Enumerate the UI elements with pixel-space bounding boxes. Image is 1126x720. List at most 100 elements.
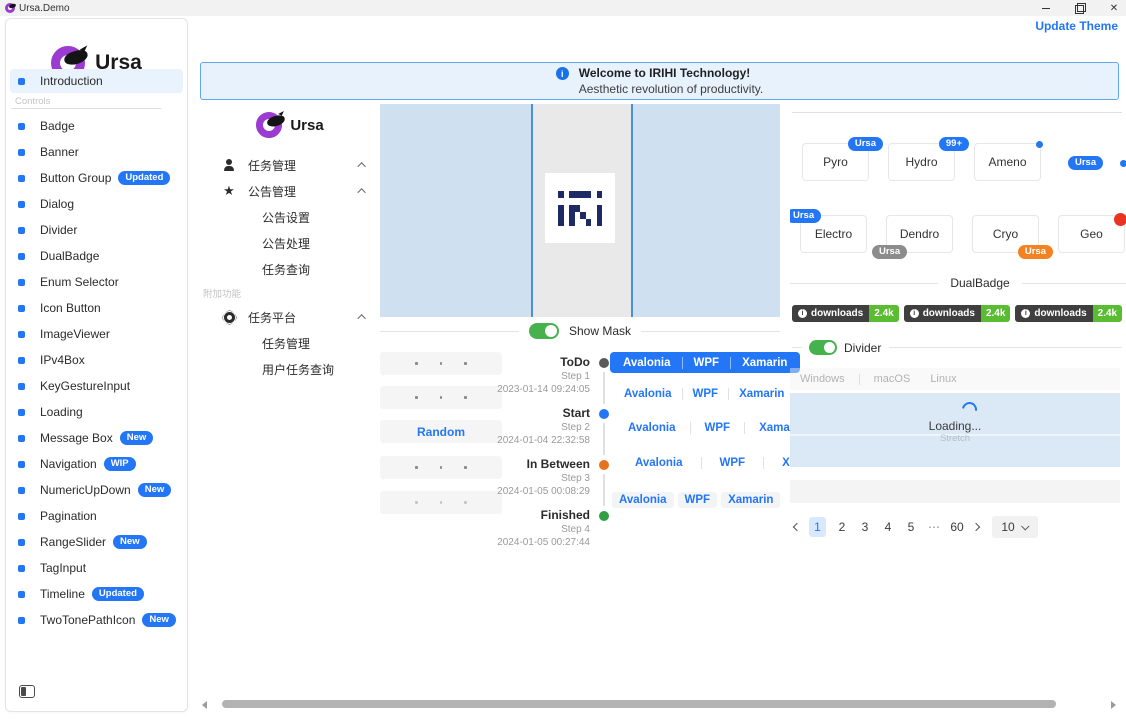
sidebar-item-icon-button[interactable]: Icon Button	[10, 295, 183, 321]
badge-dot-icon	[1120, 160, 1126, 167]
sidebar-item-dualbadge[interactable]: DualBadge	[10, 243, 183, 269]
group-button-wpf[interactable]: WPF	[691, 422, 745, 434]
dualbadge-downloads[interactable]: idownloads2.4k	[904, 305, 1011, 322]
sidebar-item-label: NumericUpDown	[40, 483, 131, 497]
page-4[interactable]: 4	[881, 517, 895, 537]
sidebar-item-ipv4box[interactable]: IPv4Box	[10, 347, 183, 373]
page-5[interactable]: 5	[904, 517, 918, 537]
tab-linux[interactable]: Linux	[920, 373, 966, 385]
irihi-logo-image	[545, 173, 615, 243]
sidebar-item-button-group[interactable]: Button GroupUpdated	[10, 165, 183, 191]
tab-windows[interactable]: Windows	[790, 373, 855, 385]
page-60[interactable]: 60	[950, 517, 964, 537]
scroll-left-icon[interactable]	[202, 701, 207, 709]
scrollbar-thumb[interactable]	[222, 700, 1056, 708]
loading-spinner-icon	[959, 399, 980, 420]
bullet-icon	[18, 565, 25, 572]
group-button-wpf[interactable]: WPF	[678, 492, 718, 508]
badge-card-dendro[interactable]: DendroUrsa	[886, 215, 953, 253]
menu-item-任务查询[interactable]: 任务查询	[200, 256, 380, 282]
menu-item-任务管理[interactable]: 任务管理	[200, 152, 380, 178]
sidebar-item-label: Pagination	[40, 509, 97, 523]
sidebar-item-divider[interactable]: Divider	[10, 217, 183, 243]
sidebar-collapse-icon[interactable]	[19, 685, 35, 698]
menu-item-公告处理[interactable]: 公告处理	[200, 230, 380, 256]
sidebar-item-numericupdown[interactable]: NumericUpDownNew	[10, 477, 183, 503]
group-button-wpf[interactable]: WPF	[683, 388, 729, 400]
sidebar-item-navigation[interactable]: NavigationWIP	[10, 451, 183, 477]
menu-item-公告管理[interactable]: 公告管理	[200, 178, 380, 204]
bullet-icon	[18, 227, 25, 234]
next-page-icon[interactable]	[972, 523, 980, 531]
timeline-step: Step 1	[450, 371, 590, 382]
image-viewer[interactable]	[380, 104, 780, 317]
menu-item-公告设置[interactable]: 公告设置	[200, 204, 380, 230]
group-button-wpf[interactable]: WPF	[702, 457, 764, 469]
sidebar-divider	[11, 108, 161, 109]
divider-toggle[interactable]	[809, 340, 837, 355]
group-button-wpf[interactable]: WPF	[683, 357, 731, 369]
badge-pill: Ursa	[1018, 245, 1053, 259]
sidebar-item-twotonepathicon[interactable]: TwoTonePathIconNew	[10, 607, 183, 633]
page-1[interactable]: 1	[809, 517, 826, 537]
group-button-avalonia[interactable]: Avalonia	[612, 357, 682, 369]
badge-card-electro[interactable]: ElectroUrsa	[800, 215, 867, 253]
dualbadge-downloads[interactable]: idownloads2.4k	[792, 305, 899, 322]
dualbadge-downloads[interactable]: idownloads2.4k	[1015, 305, 1122, 322]
sidebar-item-label: Loading	[40, 405, 83, 419]
timeline-dot-icon	[599, 409, 609, 419]
sidebar-item-keygestureinput[interactable]: KeyGestureInput	[10, 373, 183, 399]
show-mask-toggle[interactable]	[529, 323, 559, 339]
sidebar-item-label: Button Group	[40, 171, 111, 185]
sidebar-item-introduction[interactable]: Introduction	[10, 69, 183, 93]
group-button-xamarin[interactable]: Xamarin	[721, 492, 780, 508]
sidebar-item-banner[interactable]: Banner	[10, 139, 183, 165]
timeline-time: 2023-01-14 09:24:05	[450, 384, 590, 395]
scroll-right-icon[interactable]	[1111, 701, 1116, 709]
menu-item-任务平台[interactable]: 任务平台	[200, 304, 380, 330]
badge-card-cryo[interactable]: CryoUrsa	[972, 215, 1039, 253]
tab-macos[interactable]: macOS	[864, 373, 921, 385]
update-theme-button[interactable]: Update Theme	[1035, 19, 1118, 33]
sidebar-item-loading[interactable]: Loading	[10, 399, 183, 425]
group-button-xamarin[interactable]: Xamarin	[729, 388, 794, 400]
sidebar-item-taginput[interactable]: TagInput	[10, 555, 183, 581]
horizontal-scrollbar[interactable]	[196, 698, 1122, 710]
sidebar-item-badge[interactable]: Badge	[10, 113, 183, 139]
maximize-button[interactable]	[1074, 2, 1086, 14]
close-button[interactable]: ✕	[1108, 2, 1120, 14]
sidebar-item-message-box[interactable]: Message BoxNew	[10, 425, 183, 451]
sidebar-item-imageviewer[interactable]: ImageViewer	[10, 321, 183, 347]
sidebar-items: BadgeBannerButton GroupUpdatedDialogDivi…	[10, 113, 183, 633]
menu-item-任务管理[interactable]: 任务管理	[200, 330, 380, 356]
badge-card-hydro[interactable]: Hydro99+	[888, 143, 955, 181]
sidebar-item-label: Timeline	[40, 587, 85, 601]
page-size-select[interactable]: 10	[992, 516, 1038, 538]
badge-card-geo[interactable]: Geo	[1058, 215, 1125, 253]
sidebar-item-pagination[interactable]: Pagination	[10, 503, 183, 529]
timeline-title: In Between	[450, 457, 590, 471]
bullet-icon	[18, 591, 25, 598]
dualbadge-divider-label: DualBadge	[950, 276, 1009, 290]
group-button-avalonia[interactable]: Avalonia	[617, 457, 701, 469]
sidebar-item-enum-selector[interactable]: Enum Selector	[10, 269, 183, 295]
group-button-xamarin[interactable]: Xamarin	[731, 357, 798, 369]
group-button-avalonia[interactable]: Avalonia	[614, 388, 682, 400]
badge-card-ameno[interactable]: Ameno	[974, 143, 1041, 181]
group-button-avalonia[interactable]: Avalonia	[612, 492, 674, 508]
button-group-5: AvaloniaWPFXamarin	[612, 492, 784, 508]
group-button-avalonia[interactable]: Avalonia	[614, 422, 690, 434]
menu-item-用户任务查询[interactable]: 用户任务查询	[200, 356, 380, 382]
badge-card-pyro[interactable]: PyroUrsa	[802, 143, 869, 181]
page-3[interactable]: 3	[858, 517, 872, 537]
inline-badges: Ursa	[1068, 156, 1126, 170]
sidebar-item-rangeslider[interactable]: RangeSliderNew	[10, 529, 183, 555]
sidebar-item-timeline[interactable]: TimelineUpdated	[10, 581, 183, 607]
minimize-button[interactable]	[1040, 2, 1052, 14]
banner-title: Welcome to IRIHI Technology!	[579, 66, 764, 80]
prev-page-icon[interactable]	[793, 523, 801, 531]
sidebar-item-dialog[interactable]: Dialog	[10, 191, 183, 217]
badge-pill: Ursa	[790, 209, 821, 223]
timeline-time: 2024-01-05 00:08:29	[450, 486, 590, 497]
page-2[interactable]: 2	[835, 517, 849, 537]
